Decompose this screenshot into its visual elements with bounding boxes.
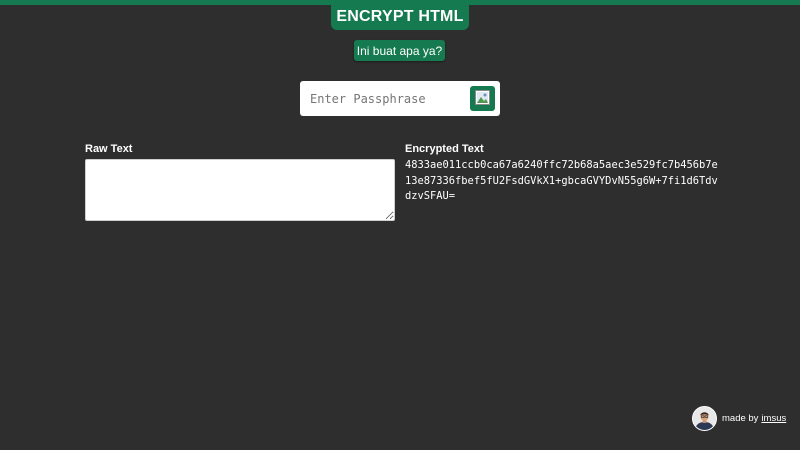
author-link[interactable]: imsus — [761, 413, 786, 424]
page: ENCRYPT HTML Ini buat apa ya? Raw Text E… — [0, 0, 800, 450]
passphrase-submit-button[interactable] — [470, 86, 495, 111]
made-by-text: made by — [722, 412, 759, 424]
raw-text-label: Raw Text — [85, 143, 133, 155]
passphrase-box — [300, 81, 500, 116]
page-title: ENCRYPT HTML — [331, 4, 469, 30]
image-icon — [475, 89, 490, 108]
raw-text-input[interactable] — [85, 159, 395, 221]
encrypted-text-output: 4833ae011ccb0ca67a6240ffc72b68a5aec3e529… — [405, 159, 718, 202]
encrypted-text-label: Encrypted Text — [405, 143, 484, 155]
footer-credit: made by imsus — [692, 405, 786, 431]
avatar — [692, 405, 717, 431]
passphrase-input[interactable] — [300, 81, 464, 116]
help-button[interactable]: Ini buat apa ya? — [354, 40, 445, 61]
